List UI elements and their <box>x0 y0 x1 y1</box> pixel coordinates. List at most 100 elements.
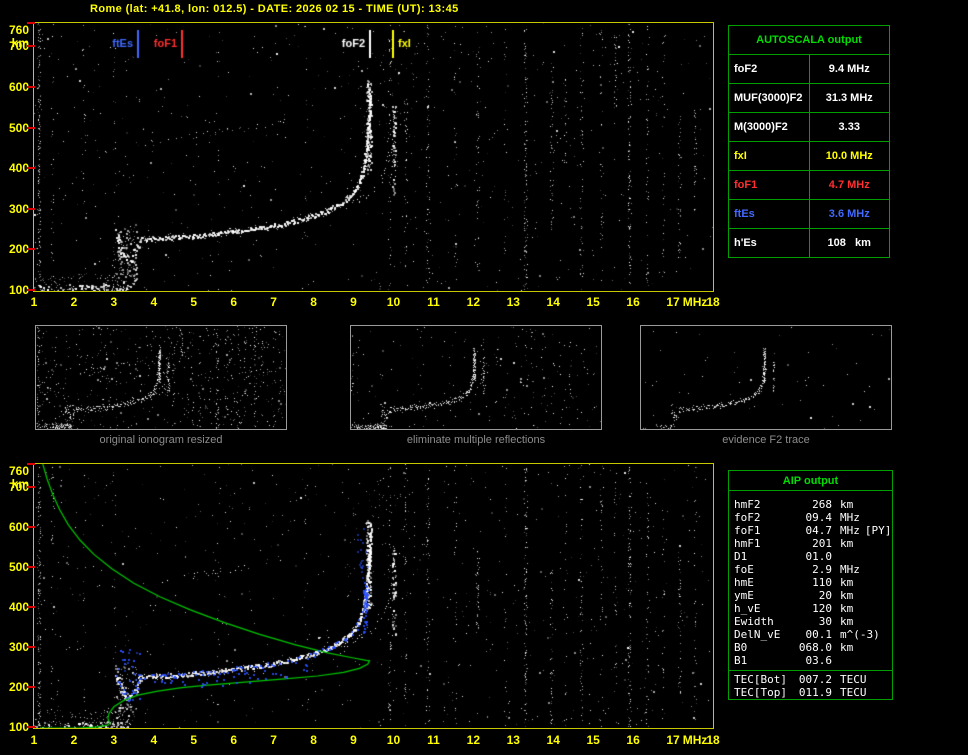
autoscala-row-value: 10.0 MHz <box>808 141 890 171</box>
thumb-eliminate-reflections-canvas <box>351 326 601 429</box>
autoscala-row: MUF(3000)F2 31.3 MHz <box>728 83 890 113</box>
y-axis-tick <box>27 126 35 129</box>
x-axis-label: 12 <box>466 295 481 309</box>
y-axis-tick <box>27 686 35 688</box>
y-axis-tick <box>27 726 35 728</box>
aip-row-name: h_vE <box>734 602 761 615</box>
y-axis-tick <box>27 606 35 608</box>
y-axis-label: 700 <box>8 480 29 494</box>
autoscala-row-value: 3.6 MHz <box>808 199 890 229</box>
autoscala-row-label: fxI <box>728 141 810 171</box>
y-axis-tick <box>27 526 35 528</box>
aip-row: foE 2.9 MHz <box>734 563 892 576</box>
aip-row-value: 120 <box>812 602 832 615</box>
thumb-caption-evidence: evidence F2 trace <box>722 434 810 446</box>
x-axis-label: 5 <box>190 733 198 747</box>
x-axis-label: 3 <box>110 295 118 309</box>
x-axis-label: 8 <box>310 733 317 747</box>
aip-row-value: 03.6 <box>805 654 833 667</box>
aip-row-value: 011.9 <box>798 686 832 699</box>
thumb-caption-original: original ionogram resized <box>99 434 223 446</box>
y-axis-tick <box>27 646 35 648</box>
x-axis-label: 16 <box>626 295 640 309</box>
aip-row: TEC[Bot] 007.2 TECU <box>734 673 892 686</box>
y-axis-label: 600 <box>8 520 29 534</box>
y-axis-tick <box>27 289 35 291</box>
aip-row-name: D1 <box>734 550 748 563</box>
autoscala-row: foF1 4.7 MHz <box>728 170 890 200</box>
aip-row-unit: km <box>840 641 854 654</box>
aip-row-value: 09.4 <box>805 511 833 524</box>
aip-row-unit: MHz <box>840 524 860 537</box>
aip-row-unit: km <box>840 498 854 511</box>
thumb-original-ionogram-canvas <box>36 326 286 429</box>
autoscala-row-label: MUF(3000)F2 <box>728 83 810 113</box>
y-axis-label: 200 <box>8 680 29 694</box>
autoscala-row: M(3000)F2 3.33 <box>728 112 890 142</box>
aip-row-value: 268 <box>812 498 832 511</box>
aip-row: hmF2 268 km <box>734 498 892 511</box>
x-axis-label: 2 <box>70 295 78 309</box>
y-axis-tick <box>27 45 35 48</box>
x-axis-label: 14 <box>546 295 560 309</box>
x-axis-unit-label: MHz <box>682 733 708 747</box>
aip-row-name: hmF2 <box>734 498 761 511</box>
aip-row-name: ymE <box>734 589 754 602</box>
autoscala-row-label: foF2 <box>728 54 810 84</box>
autoscala-table: AUTOSCALA output foF2 9.4 MHz MUF(3000)F2 3… <box>728 25 890 258</box>
x-axis-label: 9 <box>350 733 357 747</box>
x-axis-label: 4 <box>150 733 158 747</box>
aip-row: DelN_vE 00.1 m^(-3) <box>734 628 892 641</box>
aip-row: B0 068.0 km <box>734 641 892 654</box>
aip-row-value: 007.2 <box>798 673 832 686</box>
aip-row-unit: km <box>840 589 854 602</box>
autoscala-row: foF2 9.4 MHz <box>728 54 890 84</box>
y-axis-label: 500 <box>8 560 29 574</box>
aip-row-value: 30 <box>818 615 832 628</box>
x-axis-label: 10 <box>386 733 401 747</box>
y-axis-label: 700 <box>8 39 29 54</box>
x-axis-label: 1 <box>30 295 38 309</box>
autoscala-row-value: 4.7 MHz <box>808 170 890 200</box>
y-axis-label: 100 <box>8 720 29 734</box>
aip-row-note: [PY] <box>864 524 892 537</box>
aip-row: hmF1 201 km <box>734 537 892 550</box>
aip-row: foF1 04.7 MHz [PY] <box>734 524 892 537</box>
autoscala-row-value: 108 km <box>808 228 890 258</box>
aip-row-name: B1 <box>734 654 748 667</box>
x-axis-label: 6 <box>230 295 238 309</box>
aip-row-value: 01.0 <box>805 550 833 563</box>
aip-row-value: 2.9 <box>812 563 832 576</box>
aip-parameter-rows: hmF2 268 km foF2 09.4 MHz foF1 04.7 MHz [PY] hmF1 2… <box>729 491 892 667</box>
x-axis-label: 15 <box>586 295 600 309</box>
aip-row-name: TEC[Bot] <box>734 673 787 686</box>
y-axis-tick <box>27 22 35 24</box>
y-axis-tick <box>27 566 35 568</box>
autoscala-row-value: 9.4 MHz <box>808 54 890 84</box>
aip-row: TEC[Top] 011.9 TECU <box>734 686 892 699</box>
x-axis-label: 16 <box>626 733 640 747</box>
y-axis-label: 300 <box>8 640 29 654</box>
aip-row: ymE 20 km <box>734 589 892 602</box>
aip-row-value: 201 <box>812 537 832 550</box>
x-axis-label: 3 <box>110 733 118 747</box>
x-axis-label: 13 <box>506 295 520 309</box>
y-axis-tick <box>27 85 35 88</box>
x-axis-label: 10 <box>386 295 401 309</box>
y-axis-tick <box>27 207 35 210</box>
aip-row-value: 04.7 <box>805 524 833 537</box>
aip-row-name: foF1 <box>734 524 761 537</box>
autoscala-table-header-row: AUTOSCALA output <box>728 25 890 55</box>
aip-row: foF2 09.4 MHz <box>734 511 892 524</box>
autoscala-row-value: 3.33 <box>808 112 890 142</box>
thumb-evidence-f2-trace <box>640 325 892 430</box>
y-axis-label: 500 <box>8 120 29 135</box>
x-axis-label: 7 <box>270 733 277 747</box>
autoscala-table-title: AUTOSCALA output <box>728 25 890 55</box>
x-axis-label: 4 <box>150 295 158 309</box>
autoscala-window: Rome (lat: +41.8, lon: 012.5) - DATE: 20… <box>0 0 968 755</box>
aip-separator <box>729 670 892 671</box>
x-axis-label: 1 <box>30 733 38 747</box>
restored-ionogram-plot <box>33 463 714 729</box>
scaled-ionogram-plot <box>33 22 714 292</box>
